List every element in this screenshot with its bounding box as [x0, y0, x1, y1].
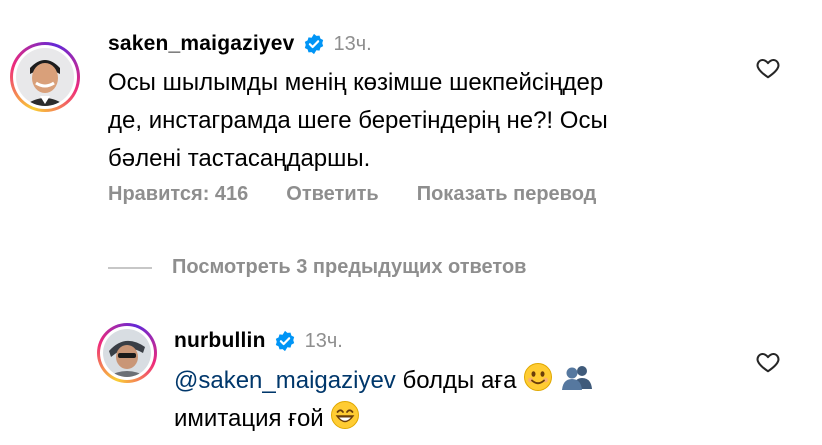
busts-in-silhouette-emoji-icon	[561, 366, 592, 390]
verified-badge-icon	[304, 33, 323, 55]
view-previous-replies-button[interactable]: Посмотреть 3 предыдущих ответов	[108, 256, 526, 279]
comment-text: Осы шылымды менің көзімше шекпейсіңдер д…	[108, 64, 608, 178]
grinning-face-emoji-icon	[331, 401, 360, 429]
reply-text: @saken_maigaziyev болды аға имитация ғой	[174, 362, 594, 438]
mention-link[interactable]: @saken_maigaziyev	[174, 367, 396, 394]
avatar[interactable]	[10, 42, 80, 112]
view-previous-replies-label: Посмотреть 3 предыдущих ответов	[172, 256, 527, 278]
divider	[108, 266, 152, 269]
reply-text-line: имитация ғой	[174, 400, 594, 438]
reply-header: nurbullin 13ч.	[174, 329, 343, 353]
verified-badge-icon	[275, 330, 294, 352]
reply-username[interactable]: nurbullin	[174, 329, 266, 353]
reply-text-line: @saken_maigaziyev болды аға	[174, 362, 594, 400]
reply-text-part: имитация ғой	[174, 405, 331, 432]
comment-username[interactable]: saken_maigaziyev	[108, 32, 295, 56]
likes-count[interactable]: Нравится: 416	[108, 183, 248, 206]
comment-actions: Нравится: 416 Ответить Показать перевод	[108, 183, 634, 206]
comment-timestamp: 13ч.	[333, 32, 372, 55]
heart-icon[interactable]	[755, 349, 781, 375]
reply-timestamp: 13ч.	[304, 329, 343, 352]
show-translation-button[interactable]: Показать перевод	[417, 183, 597, 206]
reply-text-part: болды аға	[395, 367, 524, 394]
smiling-face-emoji-icon	[524, 363, 553, 391]
heart-icon[interactable]	[755, 55, 781, 81]
comment-text-line: Осы шылымды менің көзімше шекпейсіңдер	[108, 69, 604, 96]
reply-button[interactable]: Ответить	[286, 183, 378, 206]
comment-text-line: бәлені тастасаңдаршы.	[108, 145, 371, 172]
comment-header: saken_maigaziyev 13ч.	[108, 32, 372, 56]
person-portrait-icon	[16, 48, 74, 106]
person-portrait-icon	[103, 329, 151, 377]
comment-text-line: де, инстаграмда шеге беретіндерің не?! О…	[108, 107, 608, 134]
avatar[interactable]	[97, 323, 157, 383]
